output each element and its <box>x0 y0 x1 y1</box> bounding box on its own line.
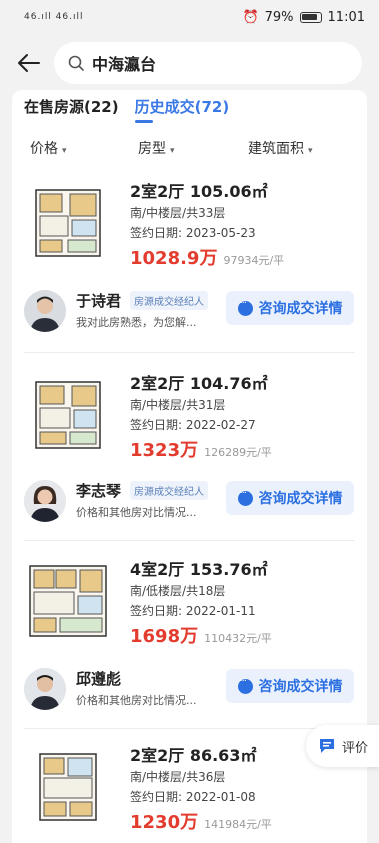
consult-deal-button[interactable]: 咨询成交详情 <box>226 291 354 325</box>
tab-on-sale[interactable]: 在售房源(22) <box>24 96 119 123</box>
divider <box>24 728 355 729</box>
filter-area[interactable]: 建筑面积 ▾ <box>248 138 313 158</box>
alarm-icon: ⏰ <box>242 10 259 25</box>
chevron-down-icon: ▾ <box>308 146 313 156</box>
floorplan-image <box>39 753 97 821</box>
search-query: 中海瀛台 <box>92 55 157 74</box>
agent-name: 于诗君 <box>76 292 122 310</box>
agent-photo <box>24 290 66 332</box>
listing-sign-date: 签约日期: 2022-02-27 <box>130 418 256 432</box>
agent-description: 价格和其他房对比情况... <box>76 694 197 707</box>
filter-layout[interactable]: 房型 ▾ <box>138 138 175 158</box>
agent-row: 李志琴 房源成交经纪人 价格和其他房对比情况... 咨询成交详情 <box>12 478 367 528</box>
tab-history-deals[interactable]: 历史成交(72) <box>134 96 229 123</box>
signal-indicator: 46.ıll 46.ıll <box>24 12 84 22</box>
battery-percent: 79% <box>264 10 294 25</box>
tab-bar: 在售房源(22) 历史成交(72) <box>24 96 229 123</box>
listing-total-price: 1323万 <box>130 440 199 461</box>
chevron-down-icon: ▾ <box>62 146 67 156</box>
filter-bar: 价格 ▾ 房型 ▾ 建筑面积 ▾ <box>12 134 367 164</box>
chat-icon <box>237 488 253 506</box>
floorplan-image <box>35 381 101 449</box>
listing-floor: 南/中楼层/共31层 <box>130 398 226 412</box>
agent-photo <box>24 480 66 522</box>
search-icon <box>68 55 84 71</box>
consult-deal-button[interactable]: 咨询成交详情 <box>226 481 354 515</box>
listing-title: 2室2厅 104.76㎡ <box>130 374 268 393</box>
agent-name: 李志琴 <box>76 482 122 500</box>
search-input[interactable]: 中海瀛台 <box>54 42 362 84</box>
battery-icon <box>299 12 322 23</box>
listing-total-price: 1028.9万 <box>130 248 218 269</box>
floorplan-image <box>29 565 107 637</box>
agent-row: 邱遵彪 价格和其他房对比情况... 咨询成交详情 <box>12 666 367 716</box>
chat-icon <box>237 298 253 316</box>
avatar[interactable] <box>24 668 66 710</box>
agent-row: 于诗君 房源成交经纪人 我对此房熟悉，为您解... 咨询成交详情 <box>12 288 367 338</box>
divider <box>24 352 355 353</box>
listing-floor: 南/中楼层/共33层 <box>130 206 226 220</box>
listing-title: 4室2厅 153.76㎡ <box>130 560 268 579</box>
evaluate-button[interactable]: 评价 <box>306 725 379 767</box>
listing-sign-date: 签约日期: 2023-05-23 <box>130 226 256 240</box>
agent-photo <box>24 668 66 710</box>
agent-role-badge: 房源成交经纪人 <box>130 481 208 500</box>
listing-floor: 南/低楼层/共18层 <box>130 584 226 598</box>
listing-unit-price: 110432元/平 <box>204 632 272 645</box>
listing-title: 2室2厅 105.06㎡ <box>130 182 268 201</box>
consult-deal-button[interactable]: 咨询成交详情 <box>226 669 354 703</box>
header: 中海瀛台 <box>0 36 379 90</box>
avatar[interactable] <box>24 480 66 522</box>
listing-sign-date: 签约日期: 2022-01-11 <box>130 604 256 618</box>
agent-name: 邱遵彪 <box>76 670 122 688</box>
listing-floor: 南/中楼层/共36层 <box>130 770 226 784</box>
comment-icon <box>320 739 334 753</box>
agent-description: 我对此房熟悉，为您解... <box>76 316 197 329</box>
listing-unit-price: 97934元/平 <box>223 254 285 267</box>
listing-title: 2室2厅 86.63㎡ <box>130 746 257 765</box>
filter-price[interactable]: 价格 ▾ <box>30 138 67 158</box>
back-arrow-icon <box>18 54 40 72</box>
clock: 11:01 <box>327 10 365 25</box>
floorplan-image <box>35 189 101 257</box>
agent-description: 价格和其他房对比情况... <box>76 506 197 519</box>
divider <box>24 540 355 541</box>
avatar[interactable] <box>24 290 66 332</box>
listing-total-price: 1698万 <box>130 626 199 647</box>
chat-icon <box>237 676 253 694</box>
agent-role-badge: 房源成交经纪人 <box>130 291 208 310</box>
listing-unit-price: 141984元/平 <box>204 818 272 831</box>
listing-sign-date: 签约日期: 2022-01-08 <box>130 790 256 804</box>
back-button[interactable] <box>14 48 44 78</box>
chevron-down-icon: ▾ <box>170 146 175 156</box>
listing-total-price: 1230万 <box>130 812 199 833</box>
status-bar: 46.ıll 46.ıll ⏰ 79% 11:01 <box>0 0 379 36</box>
listing-unit-price: 126289元/平 <box>204 446 272 459</box>
